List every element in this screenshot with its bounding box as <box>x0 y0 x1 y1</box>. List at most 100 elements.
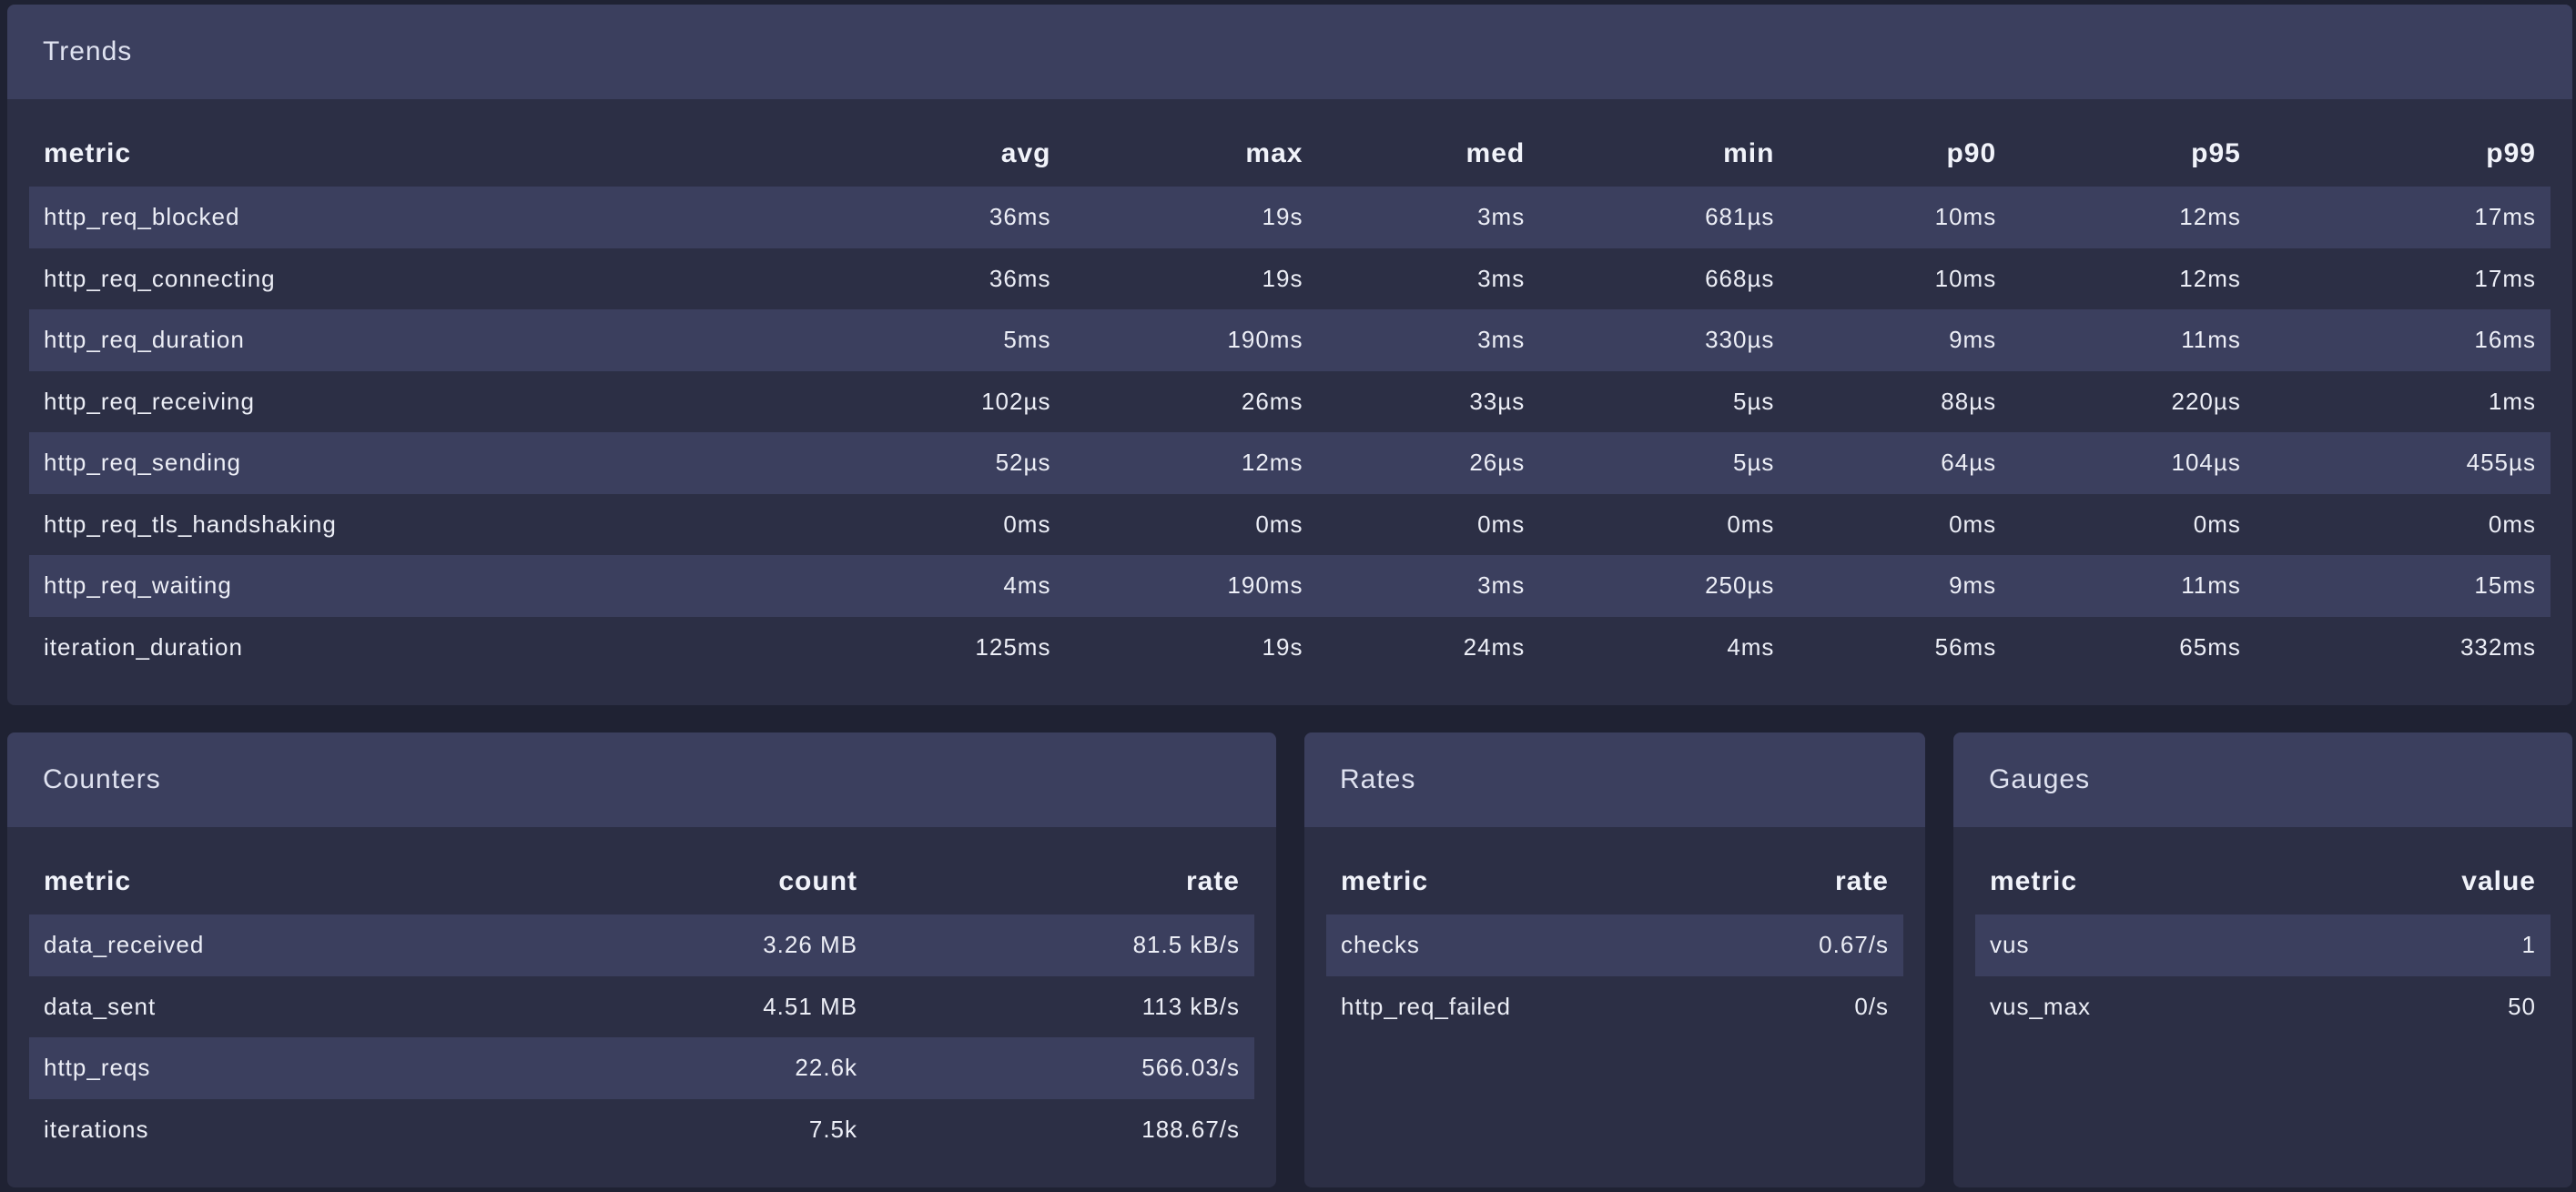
column-header-min: min <box>1723 138 1775 168</box>
table-row: http_req_blocked 36ms 19s 3ms 681µs 10ms 12ms 1… <box>29 187 2551 248</box>
metric-name-cell: data_received <box>29 914 520 976</box>
table-row: checks 0.67/s <box>1326 914 1903 976</box>
metric-value-p95: 104µs <box>2011 432 2256 494</box>
metric-name-cell: http_req_receiving <box>44 387 255 415</box>
metric-value-p90: 56ms <box>1934 632 1997 661</box>
table-row: vus 1 <box>1975 914 2551 976</box>
metric-value-min: 250µs <box>1539 555 1790 617</box>
metric-name-cell: iteration_duration <box>44 632 243 661</box>
column-header-rate: rate <box>1834 866 1889 896</box>
metric-value-rate: 566.03/s <box>872 1037 1254 1099</box>
metric-value-p99: 0ms <box>2488 510 2536 538</box>
counters-table: metric count rate data_received 3.26 MB 81.5… <box>29 849 1254 1160</box>
table-row: http_req_waiting 4ms 190ms 3ms 250µs 9ms 11ms 1… <box>29 555 2551 617</box>
trends-panel-title: Trends <box>7 5 2572 99</box>
table-row: http_reqs 22.6k 566.03/s <box>29 1037 1254 1099</box>
metric-value-p95: 0ms <box>2193 510 2241 538</box>
metric-value-count: 3.26 MB <box>519 914 873 976</box>
counters-header-row: metric count rate <box>29 849 1254 914</box>
trends-table: metric avg max med min p90 p95 p99 http_req_blo… <box>29 121 2551 678</box>
metric-value-min: 681µs <box>1539 187 1790 248</box>
table-row: http_req_receiving 102µs 26ms 33µs 5µs 88µs 22… <box>29 371 2551 433</box>
metric-value-p99: 455µs <box>2255 432 2551 494</box>
column-header-p90: p90 <box>1946 138 1997 168</box>
metric-value-p90: 88µs <box>1941 387 1997 415</box>
metric-value-p90: 10ms <box>1789 187 2012 248</box>
metric-value-med: 0ms <box>1477 510 1526 538</box>
metric-value-max: 19s <box>1262 632 1303 661</box>
metric-value-p95: 12ms <box>2011 187 2256 248</box>
trends-header-row: metric avg max med min p90 p95 p99 <box>29 121 2551 187</box>
metric-value-min: 5µs <box>1732 387 1775 415</box>
metric-value-count: 22.6k <box>519 1037 873 1099</box>
rates-header-row: metric rate <box>1326 849 1903 914</box>
metric-value-max: 190ms <box>1065 309 1318 371</box>
metric-value-med: 33µs <box>1469 387 1526 415</box>
column-header-avg: avg <box>1000 138 1051 168</box>
metric-name-cell: http_req_sending <box>29 432 801 494</box>
table-row: iteration_duration 125ms 19s 24ms 4ms 56ms 65m… <box>29 617 2551 679</box>
metric-name-cell: http_req_blocked <box>29 187 801 248</box>
metric-value-rate: 0/s <box>1854 992 1889 1020</box>
gauges-panel-title: Gauges <box>1953 732 2572 827</box>
metric-name-cell: http_req_tls_handshaking <box>44 510 337 538</box>
gauges-panel: Gauges metric value vus 1 vus_max 50 <box>1953 732 2572 1187</box>
column-header-p95: p95 <box>2191 138 2241 168</box>
metric-name-cell: vus_max <box>1990 992 2092 1020</box>
metric-name-cell: checks <box>1326 914 1673 976</box>
metric-value-avg: 36ms <box>800 187 1066 248</box>
rates-panel-title: Rates <box>1304 732 1925 827</box>
gauges-table-header: metric value <box>1975 849 2551 914</box>
metric-value-min: 330µs <box>1539 309 1790 371</box>
trends-panel: Trends metric avg max med min p90 p95 p99 http_… <box>7 5 2572 705</box>
column-header-metric: metric <box>44 866 132 896</box>
metric-value-value: 1 <box>2320 914 2551 976</box>
metric-value-p90: 10ms <box>1934 264 1997 292</box>
metric-value-avg: 52µs <box>800 432 1066 494</box>
metric-value-max: 19s <box>1262 264 1303 292</box>
metric-value-p90: 9ms <box>1789 555 2012 617</box>
table-row: http_req_tls_handshaking 0ms 0ms 0ms 0ms 0ms 0… <box>29 494 2551 556</box>
metric-value-p99: 1ms <box>2488 387 2536 415</box>
metric-value-p90: 64µs <box>1789 432 2012 494</box>
metric-value-avg: 4ms <box>800 555 1066 617</box>
metric-value-max: 12ms <box>1065 432 1318 494</box>
rates-table-header: metric rate <box>1326 849 1903 914</box>
rates-table-body: checks 0.67/s http_req_failed 0/s <box>1326 914 1903 1037</box>
metric-name-cell: vus <box>1975 914 2321 976</box>
metric-value-p99: 15ms <box>2255 555 2551 617</box>
metric-value-rate: 0.67/s <box>1672 914 1903 976</box>
metric-value-min: 5µs <box>1539 432 1790 494</box>
counters-panel-title: Counters <box>7 732 1276 827</box>
column-header-rate: rate <box>1185 866 1240 896</box>
column-header-value: value <box>2461 866 2536 896</box>
metric-value-p99: 17ms <box>2474 264 2536 292</box>
metric-value-count: 4.51 MB <box>763 992 858 1020</box>
metric-value-med: 3ms <box>1317 555 1540 617</box>
metric-name-cell: http_reqs <box>29 1037 520 1099</box>
metric-value-p95: 220µs <box>2171 387 2241 415</box>
metric-name-cell: http_req_waiting <box>29 555 801 617</box>
metric-value-avg: 0ms <box>1003 510 1051 538</box>
metric-value-p95: 65ms <box>2179 632 2241 661</box>
metric-value-p90: 0ms <box>1949 510 1997 538</box>
metric-value-rate: 81.5 kB/s <box>872 914 1254 976</box>
metric-value-med: 3ms <box>1317 309 1540 371</box>
metric-value-p99: 16ms <box>2255 309 2551 371</box>
metric-value-max: 26ms <box>1241 387 1303 415</box>
column-header-count: count <box>778 866 858 896</box>
metric-value-med: 3ms <box>1317 187 1540 248</box>
table-row: data_received 3.26 MB 81.5 kB/s <box>29 914 1254 976</box>
table-row: vus_max 50 <box>1975 976 2551 1038</box>
gauges-table: metric value vus 1 vus_max 50 <box>1975 849 2551 1037</box>
metric-value-rate: 113 kB/s <box>1141 992 1240 1020</box>
table-row: iterations 7.5k 188.67/s <box>29 1099 1254 1161</box>
table-row: http_req_duration 5ms 190ms 3ms 330µs 9ms 11ms… <box>29 309 2551 371</box>
metric-value-avg: 5ms <box>800 309 1066 371</box>
table-row: http_req_failed 0/s <box>1326 976 1903 1038</box>
metric-name-cell: iterations <box>44 1115 149 1143</box>
metric-name-cell: data_sent <box>44 992 157 1020</box>
metric-value-p95: 11ms <box>2011 309 2256 371</box>
trends-table-header: metric avg max med min p90 p95 p99 <box>29 121 2551 187</box>
metric-value-avg: 102µs <box>981 387 1051 415</box>
